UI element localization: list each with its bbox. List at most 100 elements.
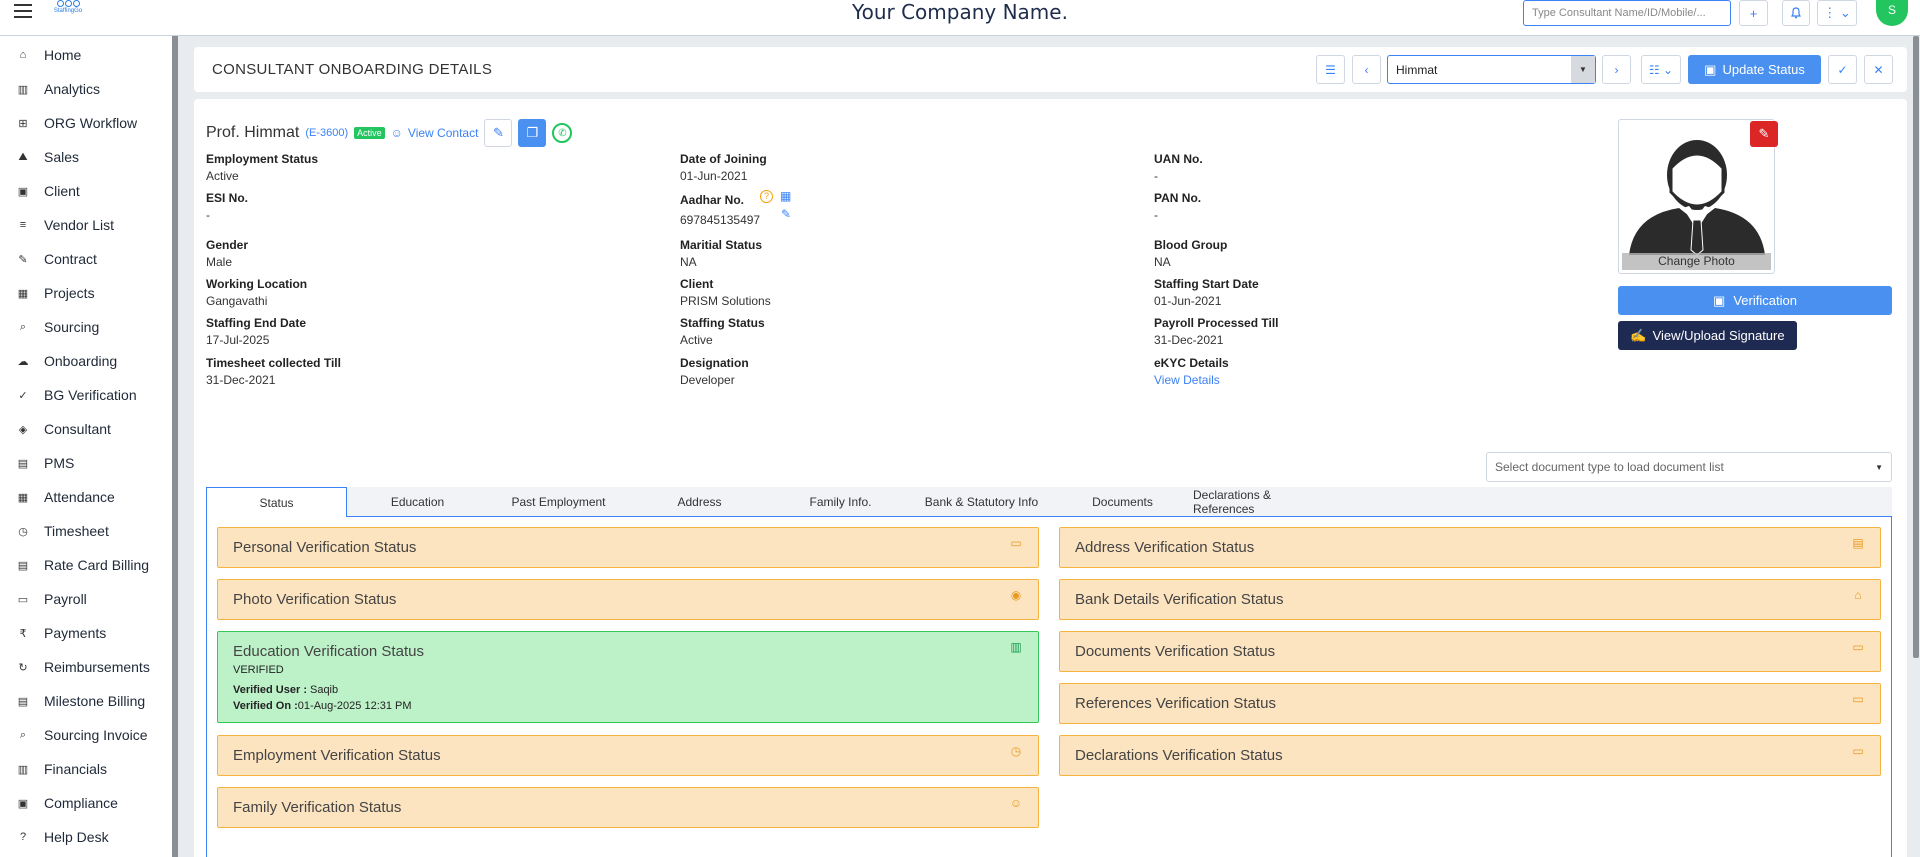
approve-button[interactable]: ✓ [1828, 55, 1857, 84]
sidebar-item-sales[interactable]: ⛰ Sales [0, 142, 170, 172]
calendar-icon[interactable]: ▦ [780, 189, 791, 203]
sidebar-item-analytics[interactable]: ▥ Analytics [0, 74, 170, 104]
verification-card-personal-verification-status[interactable]: Personal Verification Status ▭ [217, 527, 1039, 568]
field-value: NA [680, 255, 697, 269]
sidebar-item-label: PMS [44, 455, 75, 471]
page-header: CONSULTANT ONBOARDING DETAILS ☰ ‹ Himmat… [194, 47, 1907, 92]
verified-on-value: 01-Aug-2025 12:31 PM [297, 700, 412, 712]
sidebar-item-milestone-billing[interactable]: ▤ Milestone Billing [0, 686, 170, 716]
view-options-button[interactable]: ☷ ⌄ [1641, 55, 1681, 84]
user-edit-icon[interactable]: ✎ [781, 207, 791, 221]
whatsapp-icon[interactable]: ✆ [552, 123, 573, 143]
sidebar-item-sourcing[interactable]: ⌕ Sourcing [0, 312, 170, 342]
status-badge: Active [354, 127, 385, 139]
add-button[interactable]: + [1739, 0, 1768, 26]
calendar-icon: ▦ [17, 491, 29, 504]
sidebar-item-sourcing-invoice[interactable]: ⌕ Sourcing Invoice [0, 720, 170, 750]
page-scrollbar-thumb[interactable] [1913, 36, 1919, 658]
photo-edit-button[interactable]: ✎ [1750, 121, 1778, 147]
tab-past-employment[interactable]: Past Employment [488, 487, 629, 517]
sidebar-item-home[interactable]: ⌂ Home [0, 40, 170, 70]
view-ekyc-details-link[interactable]: View Details [1154, 373, 1229, 387]
sidebar-item-vendor-list[interactable]: ≡ Vendor List [0, 210, 170, 240]
employee-code[interactable]: (E-3600) [305, 127, 348, 139]
sidebar-item-org-workflow[interactable]: ⊞ ORG Workflow [0, 108, 170, 138]
document-type-select[interactable]: Select document type to load document li… [1486, 452, 1892, 482]
view-contact-link[interactable]: ☺ View Contact [391, 126, 479, 140]
sidebar-item-timesheet[interactable]: ◷ Timesheet [0, 516, 170, 546]
sidebar-item-financials[interactable]: ▥ Financials [0, 754, 170, 784]
tab-education[interactable]: Education [347, 487, 488, 517]
verification-icon: ▣ [1713, 292, 1726, 308]
sidebar-item-bg-verification[interactable]: ✓ BG Verification [0, 380, 170, 410]
field-blood-group: Blood Group NA [1154, 238, 1227, 269]
previous-button[interactable]: ‹ [1352, 55, 1381, 84]
field-aadhar-no: Aadhar No. 697845135497 [680, 193, 760, 227]
sidebar-item-compliance[interactable]: ▣ Compliance [0, 788, 170, 818]
list-view-button[interactable]: ☰ [1316, 55, 1345, 84]
list-icon: ☰ [1325, 62, 1336, 77]
verification-card-address-verification-status[interactable]: Address Verification Status ▤ [1059, 527, 1881, 568]
more-options-button[interactable]: ⋮ ⌄ [1817, 0, 1857, 26]
sidebar-scrollbar[interactable] [172, 36, 178, 857]
verification-card-family-verification-status[interactable]: Family Verification Status ☺ [217, 787, 1039, 828]
verification-card-bank-details-verification-status[interactable]: Bank Details Verification Status ⌂ [1059, 579, 1881, 620]
verification-card-education-verification-status[interactable]: Education Verification Status ▥ VERIFIED Ve… [217, 631, 1039, 723]
copy-icon: ❐ [526, 125, 539, 140]
consultant-search-input[interactable] [1523, 0, 1731, 26]
sidebar-item-payroll[interactable]: ▭ Payroll [0, 584, 170, 614]
next-button[interactable]: › [1602, 55, 1631, 84]
notification-button[interactable] [1782, 0, 1810, 26]
tab-documents[interactable]: Documents [1052, 487, 1193, 517]
caret-down-icon[interactable]: ▼ [1571, 56, 1595, 83]
sidebar-item-onboarding[interactable]: ☁ Onboarding [0, 346, 170, 376]
field-working-location: Working Location Gangavathi [206, 277, 307, 308]
verification-card-documents-verification-status[interactable]: Documents Verification Status ▭ [1059, 631, 1881, 672]
hamburger-menu-icon[interactable] [14, 4, 32, 18]
sidebar-item-client[interactable]: ▣ Client [0, 176, 170, 206]
sidebar-item-projects[interactable]: ▦ Projects [0, 278, 170, 308]
rupee-icon: ₹ [19, 627, 27, 640]
kebab-icon: ⋮ ⌄ [1823, 5, 1851, 20]
tab-address[interactable]: Address [629, 487, 770, 517]
verification-button[interactable]: ▣ Verification [1618, 286, 1892, 315]
page-scrollbar[interactable] [1912, 36, 1920, 857]
field-esi-no: ESI No. - [206, 191, 248, 222]
tab-declarations-references[interactable]: Declarations & References [1193, 487, 1334, 517]
chevron-left-icon: ‹ [1364, 62, 1369, 77]
sidebar-item-rate-card-billing[interactable]: ▤ Rate Card Billing [0, 550, 170, 580]
verified-on-label: Verified On : [233, 700, 298, 712]
verification-card-title: Address Verification Status [1075, 539, 1255, 556]
help-circle-icon[interactable]: ? [760, 190, 773, 203]
sidebar-item-contract[interactable]: ✎ Contract [0, 244, 170, 274]
user-avatar[interactable]: S [1876, 0, 1908, 26]
sidebar-item-label: Rate Card Billing [44, 557, 150, 573]
consultant-select[interactable]: Himmat ▼ [1387, 55, 1596, 84]
sidebar-item-pms[interactable]: ▤ PMS [0, 448, 170, 478]
verification-card-photo-verification-status[interactable]: Photo Verification Status ◉ [217, 579, 1039, 620]
update-status-button[interactable]: ▣ Update Status [1688, 55, 1821, 84]
sidebar-item-help-desk[interactable]: ? Help Desk [0, 822, 170, 852]
sidebar-item-payments[interactable]: ₹ Payments [0, 618, 170, 648]
tab-family-info[interactable]: Family Info. [770, 487, 911, 517]
field-value: NA [1154, 255, 1171, 269]
verification-card-declarations-verification-status[interactable]: Declarations Verification Status ▭ [1059, 735, 1881, 776]
edit-profile-button[interactable]: ✎ [484, 119, 513, 147]
copy-profile-button[interactable]: ❐ [518, 119, 547, 147]
signature-icon: ✍ [1630, 327, 1647, 343]
change-photo-button[interactable]: Change Photo [1622, 253, 1771, 270]
sidebar-item-reimbursements[interactable]: ↻ Reimbursements [0, 652, 170, 682]
field-label: Timesheet collected Till [206, 356, 341, 370]
view-upload-signature-button[interactable]: ✍ View/Upload Signature [1618, 321, 1797, 350]
field-value: 01-Jun-2021 [1154, 294, 1222, 308]
sidebar-item-attendance[interactable]: ▦ Attendance [0, 482, 170, 512]
app-logo[interactable]: StaffingGo [46, 0, 90, 22]
reimbursement-icon: ↻ [18, 661, 28, 674]
verification-card-employment-verification-status[interactable]: Employment Verification Status ◷ [217, 735, 1039, 776]
close-button[interactable]: ✕ [1864, 55, 1893, 84]
sidebar-item-consultant[interactable]: ◈ Consultant [0, 414, 170, 444]
tab-bank-statutory-info[interactable]: Bank & Statutory Info [911, 487, 1052, 517]
verification-card-references-verification-status[interactable]: References Verification Status ▭ [1059, 683, 1881, 724]
field-value: Active [206, 169, 239, 183]
tab-status[interactable]: Status [206, 487, 347, 518]
